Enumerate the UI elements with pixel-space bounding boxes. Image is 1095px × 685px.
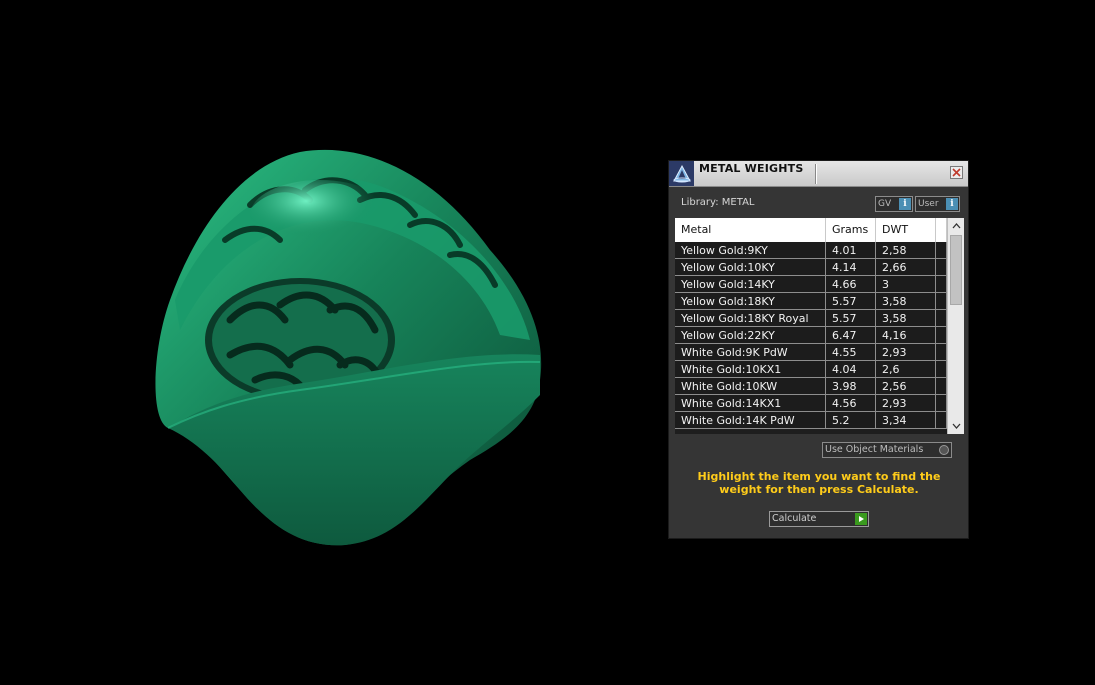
cell-metal: White Gold:14K PdW (675, 412, 826, 428)
cell-blank (936, 310, 947, 326)
cell-metal: Yellow Gold:22KY (675, 327, 826, 343)
metal-weights-panel: METAL WEIGHTS Library: METAL GV i User i… (668, 160, 969, 539)
table-row[interactable]: Yellow Gold:22KY 6.47 4,16 (675, 327, 947, 344)
table-body: Yellow Gold:9KY 4.01 2,58 Yellow Gold:10KY 4… (675, 242, 947, 429)
cell-grams: 5.57 (826, 310, 876, 326)
info-icon: i (899, 198, 911, 210)
triangle-logo-icon (669, 161, 694, 186)
cell-grams: 3.98 (826, 378, 876, 394)
cell-dwt: 3,34 (876, 412, 936, 428)
user-button-label: User (918, 199, 939, 209)
panel-title: METAL WEIGHTS (699, 162, 804, 175)
column-header-grams[interactable]: Grams (826, 218, 876, 242)
table-row[interactable]: Yellow Gold:18KY 5.57 3,58 (675, 293, 947, 310)
cell-blank (936, 242, 947, 258)
cell-dwt: 3,58 (876, 310, 936, 326)
cell-dwt: 2,66 (876, 259, 936, 275)
table-scrollbar[interactable] (947, 218, 964, 434)
cell-blank (936, 259, 947, 275)
cell-grams: 4.14 (826, 259, 876, 275)
table-row[interactable]: White Gold:14KX1 4.56 2,93 (675, 395, 947, 412)
calculate-button[interactable]: Calculate (769, 511, 869, 527)
chevron-up-icon (952, 223, 960, 229)
cell-blank (936, 378, 947, 394)
cell-metal: Yellow Gold:9KY (675, 242, 826, 258)
table-row[interactable]: White Gold:14K PdW 5.2 3,34 (675, 412, 947, 429)
cell-grams: 5.2 (826, 412, 876, 428)
cell-grams: 5.57 (826, 293, 876, 309)
title-divider (815, 164, 816, 184)
cell-metal: Yellow Gold:18KY (675, 293, 826, 309)
cell-metal: White Gold:14KX1 (675, 395, 826, 411)
scroll-down-button[interactable] (948, 418, 964, 434)
cell-blank (936, 361, 947, 377)
panel-titlebar[interactable]: METAL WEIGHTS (669, 161, 968, 187)
play-arrow-icon (855, 513, 867, 525)
library-label: Library: METAL (681, 197, 755, 208)
chevron-down-icon (952, 423, 960, 429)
hint-text: Highlight the item you want to find the … (697, 470, 941, 496)
table-header: Metal Grams DWT (675, 218, 947, 242)
scroll-thumb[interactable] (950, 235, 962, 305)
cell-blank (936, 293, 947, 309)
cell-metal: Yellow Gold:18KY Royal (675, 310, 826, 326)
cell-metal: White Gold:10KW (675, 378, 826, 394)
cell-grams: 4.56 (826, 395, 876, 411)
cell-dwt: 4,16 (876, 327, 936, 343)
column-header-dwt[interactable]: DWT (876, 218, 936, 242)
table-row[interactable]: Yellow Gold:18KY Royal 5.57 3,58 (675, 310, 947, 327)
cell-blank (936, 344, 947, 360)
table-row[interactable]: White Gold:10KX1 4.04 2,6 (675, 361, 947, 378)
cell-dwt: 2,58 (876, 242, 936, 258)
table-row[interactable]: White Gold:9K PdW 4.55 2,93 (675, 344, 947, 361)
gv-button-label: GV (878, 199, 892, 209)
calculate-button-label: Calculate (772, 513, 817, 524)
scroll-up-button[interactable] (948, 218, 964, 234)
cell-dwt: 3 (876, 276, 936, 292)
cell-grams: 4.04 (826, 361, 876, 377)
cell-grams: 4.01 (826, 242, 876, 258)
cell-grams: 4.66 (826, 276, 876, 292)
info-icon: i (946, 198, 958, 210)
cell-dwt: 3,58 (876, 293, 936, 309)
cell-grams: 6.47 (826, 327, 876, 343)
cell-metal: White Gold:10KX1 (675, 361, 826, 377)
close-button[interactable] (950, 166, 963, 179)
toggle-indicator-icon (939, 445, 949, 455)
cell-dwt: 2,93 (876, 344, 936, 360)
cell-blank (936, 327, 947, 343)
cell-metal: Yellow Gold:10KY (675, 259, 826, 275)
cell-dwt: 2,6 (876, 361, 936, 377)
table-row[interactable]: White Gold:10KW 3.98 2,56 (675, 378, 947, 395)
column-header-blank (936, 218, 947, 242)
table-row[interactable]: Yellow Gold:9KY 4.01 2,58 (675, 242, 947, 259)
cell-dwt: 2,93 (876, 395, 936, 411)
cell-blank (936, 276, 947, 292)
cell-blank (936, 395, 947, 411)
use-object-materials-toggle[interactable]: Use Object Materials (822, 442, 952, 458)
cell-dwt: 2,56 (876, 378, 936, 394)
table-row[interactable]: Yellow Gold:10KY 4.14 2,66 (675, 259, 947, 276)
cell-grams: 4.55 (826, 344, 876, 360)
use-object-materials-label: Use Object Materials (825, 444, 924, 455)
column-header-metal[interactable]: Metal (675, 218, 826, 242)
metal-table[interactable]: Metal Grams DWT Yellow Gold:9KY 4.01 2,58 Y… (675, 218, 964, 434)
cell-metal: Yellow Gold:14KY (675, 276, 826, 292)
gv-button[interactable]: GV i (875, 196, 913, 212)
user-button[interactable]: User i (915, 196, 960, 212)
cell-blank (936, 412, 947, 428)
close-icon (952, 168, 961, 177)
table-row[interactable]: Yellow Gold:14KY 4.66 3 (675, 276, 947, 293)
cell-metal: White Gold:9K PdW (675, 344, 826, 360)
